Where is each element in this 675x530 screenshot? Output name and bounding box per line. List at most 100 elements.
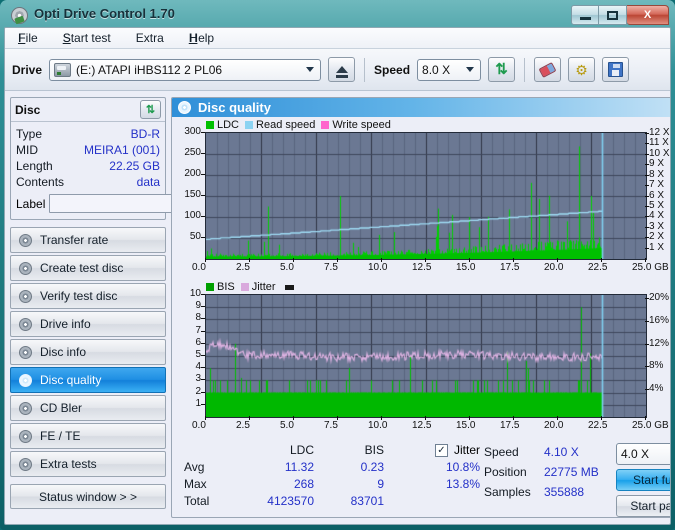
- erase-button[interactable]: [534, 57, 562, 82]
- eject-button[interactable]: [328, 57, 356, 82]
- y-tick-label: 50: [189, 231, 201, 242]
- disc-icon: [19, 457, 32, 471]
- close-icon: X: [643, 9, 652, 21]
- refresh-icon: ⇅: [145, 104, 156, 116]
- readout-speed: Speed 4.10 X: [484, 442, 616, 462]
- start-part-button[interactable]: Start part: [616, 495, 670, 517]
- bis-chart: BIS Jitter 10 9 8 7 6 5 4 3 2 1 20% 16% 12% 8% 4% 0.0 2.…: [174, 281, 670, 436]
- stats-row-label: Max: [184, 477, 207, 491]
- disc-row-type: Type BD-R: [16, 126, 160, 142]
- legend-bis: BIS: [206, 281, 235, 293]
- y2-tick-label: 12%: [649, 337, 670, 349]
- x-tick-label: 22.5: [588, 262, 608, 273]
- maximize-icon: [607, 10, 618, 20]
- sidebar-item-disc-info[interactable]: Disc info: [10, 339, 166, 365]
- x-tick-mark: [601, 258, 602, 262]
- disc-icon: [19, 289, 32, 303]
- y2-tick-label: 20%: [649, 292, 670, 304]
- menu-help[interactable]: HHelp: [186, 30, 217, 46]
- refresh-button[interactable]: ⇅: [488, 57, 516, 82]
- speed-select[interactable]: 8.0 X: [417, 58, 482, 81]
- stats-col-jitter-group: ✓ Jitter: [384, 442, 480, 459]
- y2-tick-label: 7 X: [649, 179, 665, 191]
- x-tick-label: 25.0 GB: [632, 262, 669, 273]
- menu-extra[interactable]: Extra: [133, 30, 167, 46]
- sidebar-item-verify-test-disc[interactable]: Verify test disc: [10, 283, 166, 309]
- sidebar-item-label: FE / TE: [40, 429, 81, 443]
- x-tick-label: 20.0: [544, 420, 564, 431]
- y2-tick-mark: [645, 226, 649, 228]
- x-tick-mark: [249, 416, 250, 420]
- disc-row-key: Type: [16, 127, 43, 141]
- ldc-chart: LDC Read speed Write speed 300 250 200 150 1…: [174, 119, 670, 279]
- status-window-button[interactable]: Status window > >: [10, 484, 166, 509]
- speed-label: Speed: [374, 62, 411, 77]
- x-tick-mark: [557, 258, 558, 262]
- y-tick-label: 200: [184, 168, 201, 179]
- disc-icon: [19, 345, 32, 359]
- sidebar-item-drive-info[interactable]: Drive info: [10, 311, 166, 337]
- maximize-button[interactable]: [599, 5, 627, 25]
- x-tick-mark: [337, 258, 338, 262]
- y-tick-label: 300: [184, 126, 201, 137]
- y-tick-mark: [201, 403, 205, 405]
- y-tick-mark: [201, 174, 205, 175]
- jitter-checkbox[interactable]: ✓: [434, 444, 448, 457]
- y2-tick-label: 2 X: [649, 231, 665, 243]
- y-tick-mark: [201, 367, 205, 369]
- sidebar-item-create-test-disc[interactable]: Create test disc: [10, 255, 166, 281]
- y-tick-label: 150: [184, 189, 201, 200]
- stats-total-ldc: 4123570: [267, 494, 314, 508]
- menu-file[interactable]: FFile: [15, 30, 41, 46]
- x-tick-mark: [557, 416, 558, 420]
- save-button[interactable]: [602, 57, 630, 82]
- speed-key: Speed: [484, 445, 519, 459]
- x-tick-label: 22.5: [588, 420, 608, 431]
- sidebar-item-label: Drive info: [40, 317, 91, 331]
- x-tick-mark: [205, 258, 206, 262]
- sidebar-item-fe-te[interactable]: FE / TE: [10, 423, 166, 449]
- x-tick-label: 12.5: [412, 420, 432, 431]
- settings-button[interactable]: ⚙: [568, 57, 596, 82]
- y2-tick-mark: [645, 132, 649, 134]
- position-readout: 22775 MB: [544, 465, 599, 479]
- menu-bar: FFile SStart test Extra HHelp: [5, 28, 670, 49]
- nav-list: Transfer rate Create test disc Verify te…: [10, 227, 166, 477]
- stats-avg-jitter: 10.8%: [445, 460, 480, 474]
- x-tick-label: 20.0: [544, 262, 564, 273]
- sidebar-item-extra-tests[interactable]: Extra tests: [10, 451, 166, 477]
- y2-tick-label: 4%: [649, 383, 664, 395]
- y-tick-mark: [201, 294, 205, 295]
- sidebar-item-cd-bler[interactable]: CD Bler: [10, 395, 166, 421]
- sidebar-item-label: Verify test disc: [40, 289, 118, 303]
- menu-start-test[interactable]: SStart test: [60, 30, 114, 46]
- drive-icon: [54, 62, 72, 77]
- y-tick-mark: [201, 132, 205, 133]
- stats-row-total: Total 4123570 83701: [184, 493, 484, 510]
- speed-value: 8.0 X: [422, 62, 451, 77]
- close-button[interactable]: X: [627, 5, 669, 25]
- y-tick-mark: [201, 355, 205, 356]
- status-window-label: Status window > >: [38, 489, 138, 504]
- x-tick-mark: [425, 258, 426, 262]
- y2-tick-label: 5 X: [649, 199, 665, 211]
- test-speed-select[interactable]: 4.0 X: [616, 443, 670, 465]
- y-tick-mark: [201, 330, 205, 332]
- minimize-button[interactable]: [571, 5, 599, 25]
- disc-refresh-button[interactable]: ⇅: [140, 100, 161, 119]
- sidebar-item-disc-quality[interactable]: Disc quality: [10, 367, 166, 393]
- y2-tick-mark: [645, 216, 649, 218]
- window-controls: X: [571, 5, 669, 25]
- x-tick-mark: [249, 258, 250, 262]
- y2-tick-label: 9 X: [649, 158, 665, 170]
- disc-icon: [19, 373, 32, 387]
- y2-tick-mark: [645, 320, 649, 322]
- sidebar-item-transfer-rate[interactable]: Transfer rate: [10, 227, 166, 253]
- y2-tick-label: 12 X: [649, 126, 670, 138]
- y-tick-mark: [201, 306, 205, 308]
- start-full-button[interactable]: Start full: [616, 469, 670, 491]
- x-tick-mark: [469, 258, 470, 262]
- refresh-icon: ⇅: [495, 61, 508, 78]
- drive-select[interactable]: (E:) ATAPI iHBS112 2 PL06: [49, 58, 322, 81]
- y-tick-mark: [201, 237, 205, 238]
